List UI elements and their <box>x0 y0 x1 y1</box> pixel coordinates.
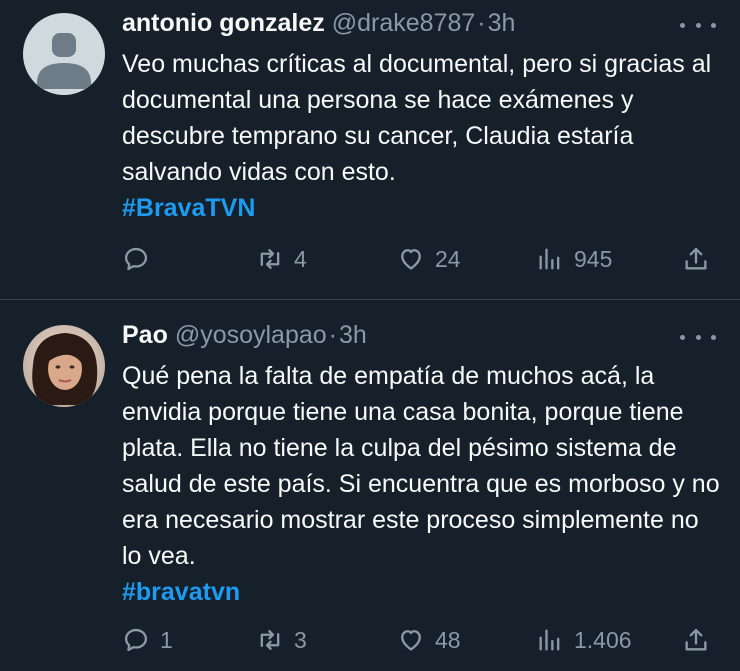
like-button[interactable]: 48 <box>397 624 461 656</box>
timestamp[interactable]: 3h <box>488 9 516 37</box>
views-button[interactable]: 1.406 <box>536 624 632 656</box>
reply-icon <box>124 628 148 652</box>
hashtag-link[interactable]: #bravatvn <box>122 574 720 610</box>
photo-avatar-icon <box>23 325 105 407</box>
share-button[interactable] <box>682 243 710 275</box>
views-icon <box>539 629 560 651</box>
reply-button[interactable]: 1 <box>122 624 173 656</box>
reply-count: 1 <box>160 626 173 653</box>
retweet-button[interactable]: 4 <box>256 243 307 275</box>
separator: · <box>328 321 337 349</box>
handle[interactable]: @drake8787 <box>332 9 476 37</box>
display-name[interactable]: antonio gonzalez <box>122 9 325 37</box>
heart-icon <box>401 630 421 651</box>
tweet[interactable]: Pao @yosoylapao·3h Qué pena la falta de … <box>0 300 740 671</box>
more-icon[interactable] <box>680 327 716 347</box>
separator: · <box>477 9 486 37</box>
tweet-body: Qué pena la falta de empatía de muchos a… <box>122 358 720 610</box>
views-icon <box>539 248 560 270</box>
display-name[interactable]: Pao <box>122 321 168 349</box>
retweet-button[interactable]: 3 <box>256 624 307 656</box>
like-count: 24 <box>435 245 461 272</box>
reply-button[interactable] <box>122 243 160 275</box>
share-icon <box>685 628 707 651</box>
view-count: 1.406 <box>574 626 632 653</box>
hashtag-link[interactable]: #BravaTVN <box>122 190 720 226</box>
view-count: 945 <box>574 245 613 272</box>
share-icon <box>685 247 707 270</box>
tweet-header: Pao @yosoylapao·3h <box>122 320 680 350</box>
timestamp[interactable]: 3h <box>339 321 367 349</box>
like-button[interactable]: 24 <box>397 243 461 275</box>
retweet-icon <box>260 249 280 269</box>
action-bar: 4 24 945 <box>122 243 722 275</box>
like-count: 48 <box>435 626 461 653</box>
retweet-icon <box>260 630 280 650</box>
avatar[interactable] <box>23 13 105 95</box>
share-button[interactable] <box>682 624 710 656</box>
tweet-text: Qué pena la falta de empatía de muchos a… <box>122 362 720 570</box>
heart-icon <box>401 249 421 270</box>
tweet-header: antonio gonzalez @drake8787·3h <box>122 8 680 38</box>
tweet-body: Veo muchas críticas al documental, pero … <box>122 46 720 226</box>
avatar[interactable] <box>23 325 105 407</box>
handle[interactable]: @yosoylapao <box>175 321 327 349</box>
views-button[interactable]: 945 <box>536 243 612 275</box>
retweet-count: 4 <box>294 245 307 272</box>
tweet[interactable]: antonio gonzalez @drake8787·3h Veo mucha… <box>0 0 740 300</box>
retweet-count: 3 <box>294 626 307 653</box>
tweet-text: Veo muchas críticas al documental, pero … <box>122 50 712 186</box>
default-avatar-icon <box>23 13 105 95</box>
more-icon[interactable] <box>680 15 716 35</box>
reply-icon <box>124 247 148 271</box>
action-bar: 1 3 48 1.406 <box>122 624 722 656</box>
